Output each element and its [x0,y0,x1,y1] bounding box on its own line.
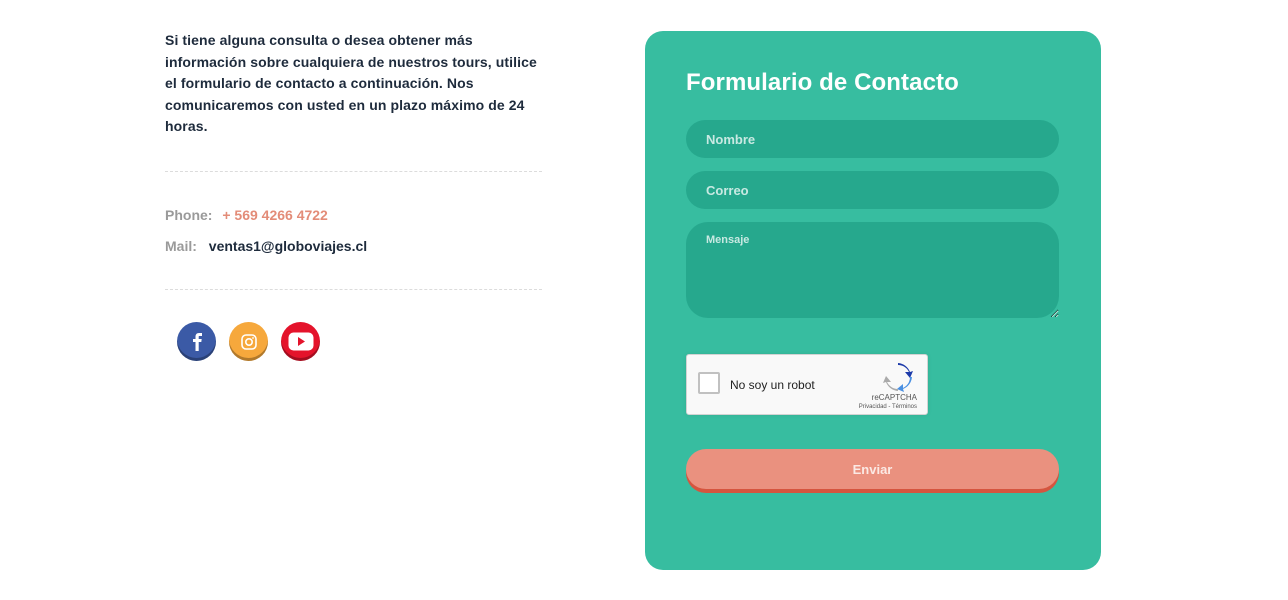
recaptcha-links[interactable]: Privacidad - Términos [859,404,917,410]
submit-button[interactable]: Enviar [686,449,1059,489]
phone-row: Phone: + 569 4266 4722 [165,207,328,223]
recaptcha-brand: reCAPTCHA [871,393,917,402]
mail-link[interactable]: ventas1@globoviajes.cl [209,238,367,254]
form-title: Formulario de Contacto [686,69,959,96]
social-links [177,322,320,361]
facebook-icon[interactable] [177,322,216,361]
mail-label: Mail: [165,238,197,254]
contact-info: Si tiene alguna consulta o desea obtener… [165,30,542,361]
email-input[interactable] [686,171,1059,209]
youtube-icon[interactable] [281,322,320,361]
divider [165,171,542,172]
recaptcha-checkbox[interactable] [698,372,720,394]
name-input[interactable] [686,120,1059,158]
divider [165,289,542,290]
phone-label: Phone: [165,207,213,223]
recaptcha-logo-icon [883,363,913,392]
recaptcha-widget: No soy un robot reCAPTCHA Privacidad - T… [686,354,928,415]
contact-form-card: Formulario de Contacto No soy un robot r… [645,31,1101,570]
recaptcha-label: No soy un robot [730,378,815,392]
message-textarea[interactable] [686,222,1059,318]
mail-row: Mail: ventas1@globoviajes.cl [165,238,367,254]
intro-text: Si tiene alguna consulta o desea obtener… [165,32,537,135]
instagram-icon[interactable] [229,322,268,361]
phone-link[interactable]: + 569 4266 4722 [222,207,328,223]
